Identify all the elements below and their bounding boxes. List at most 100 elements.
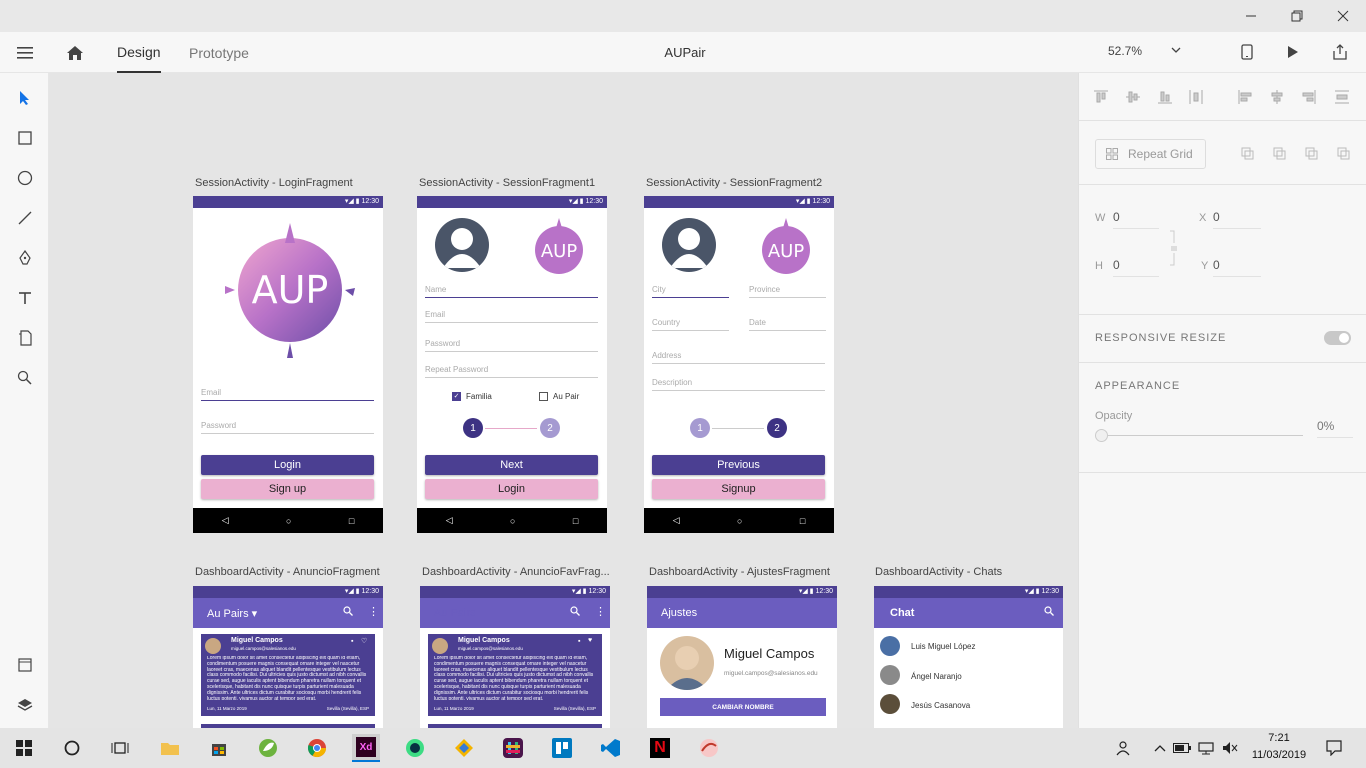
password-field[interactable]: Password [425,339,598,352]
anuncio-card[interactable]: Miguel Campos miguel.campos@salesianos.e… [201,634,375,716]
rectangle-tool[interactable] [12,125,37,150]
artboard-title-session1[interactable]: SessionActivity - SessionFragment1 [419,177,595,189]
overflow-menu-icon[interactable]: ⋮ [368,605,379,618]
email-field[interactable]: Email [425,310,598,323]
back-icon[interactable]: ◁ [446,515,453,526]
opacity-slider-handle[interactable] [1095,429,1108,442]
gitkraken-taskbar[interactable] [450,734,478,762]
artboard-title-chats[interactable]: DashboardActivity - Chats [875,566,1002,578]
volume-indicator[interactable] [1216,734,1244,762]
header-title[interactable]: Au Pairs [434,607,476,619]
search-icon[interactable] [570,606,580,619]
artboard-title-session2[interactable]: SessionActivity - SessionFragment2 [646,177,822,189]
anuncio-card[interactable]: Miguel Campos miguel.campos@salesianos.e… [428,634,602,716]
select-tool[interactable] [12,85,37,110]
line-tool[interactable] [12,205,37,230]
artboard-title-anuncio[interactable]: DashboardActivity - AnuncioFragment [195,566,380,578]
artboard-tool[interactable] [12,325,37,350]
hamburger-menu-button[interactable] [12,40,38,66]
artboard-anuncio[interactable]: ▾◢ ▮ 12:30 Au Pairs ▾ ⋮ Miguel Campos mi… [193,586,383,728]
height-input[interactable]: 0 [1113,258,1159,277]
search-icon[interactable] [343,606,353,619]
zoom-dropdown[interactable] [1168,42,1184,58]
chrome-taskbar[interactable] [303,734,331,762]
description-field[interactable]: Description [652,378,825,391]
spring-tool-taskbar[interactable] [254,734,282,762]
artboard-login[interactable]: ▾◢ ▮ 12:30 AUP Email Password Login Sign… [193,196,383,533]
artboard-ajustes[interactable]: ▾◢ ▮ 12:30 Ajustes Miguel Campos miguel.… [647,586,837,728]
cortana-button[interactable] [58,734,86,762]
task-view-button[interactable] [106,734,134,762]
email-field[interactable]: Email [201,388,374,401]
province-field[interactable]: Province [749,285,826,298]
tab-prototype[interactable]: Prototype [189,32,249,73]
back-icon[interactable]: ◁ [222,515,229,526]
previous-button[interactable]: Previous [652,455,825,475]
kotlin-app-taskbar[interactable] [695,734,723,762]
minimize-button[interactable] [1228,0,1274,32]
chat-icon[interactable]: ▪ [578,638,580,645]
clock-date[interactable]: 11/03/2019 [1246,749,1312,761]
city-field[interactable]: City [652,285,729,298]
name-field[interactable]: Name [425,285,598,298]
heart-icon[interactable]: ♡ [361,637,367,645]
lock-aspect-icon[interactable] [1168,229,1178,267]
artboard-title-ajustes[interactable]: DashboardActivity - AjustesFragment [649,566,830,578]
artboard-chats[interactable]: ▾◢ ▮ 12:30 Chat Luis Miguel López Ángel … [874,586,1063,728]
assets-panel-button[interactable] [12,652,37,677]
repeat-grid-button[interactable]: Repeat Grid [1095,139,1206,169]
recents-icon[interactable]: □ [573,516,578,526]
chat-item-name[interactable]: Luis Miguel López [911,642,975,651]
design-canvas[interactable]: SessionActivity - LoginFragment ▾◢ ▮ 12:… [49,73,1078,728]
y-input[interactable]: 0 [1213,258,1261,277]
recents-icon[interactable]: □ [800,516,805,526]
opacity-input[interactable]: 0% [1317,419,1353,438]
chat-item-name[interactable]: Jesús Casanova [911,701,970,710]
people-button[interactable] [1110,734,1138,762]
netflix-taskbar[interactable]: N [646,734,674,762]
home-circle-icon[interactable]: ○ [286,516,291,526]
home-button[interactable] [62,40,88,66]
address-field[interactable]: Address [652,351,825,364]
password-field[interactable]: Password [201,421,374,434]
aupair-checkbox[interactable] [539,392,548,401]
play-preview-button[interactable] [1282,40,1304,64]
next-button[interactable]: Next [425,455,598,475]
share-button[interactable] [1328,40,1352,64]
signup-button[interactable]: Signup [652,479,825,499]
login-button[interactable]: Login [201,455,374,475]
country-field[interactable]: Country [652,318,729,331]
chat-item-name[interactable]: Ángel Naranjo [911,672,962,681]
artboard-session1[interactable]: ▾◢ ▮ 12:30 AUP Name Email Password Repea… [417,196,607,533]
adobe-xd-taskbar[interactable]: Xd [352,734,380,762]
horizontal-align-icons[interactable] [1237,89,1357,105]
familia-checkbox[interactable]: ✓ [452,392,461,401]
date-field[interactable]: Date [749,318,826,331]
avatar-placeholder[interactable] [662,218,716,272]
opacity-slider-track[interactable] [1101,435,1303,436]
trello-taskbar[interactable] [548,734,576,762]
overflow-menu-icon[interactable]: ⋮ [595,605,606,618]
vscode-taskbar[interactable] [597,734,625,762]
clock-time[interactable]: 7:21 [1246,732,1312,744]
device-preview-button[interactable] [1236,40,1258,64]
file-explorer-taskbar[interactable] [156,734,184,762]
profile-photo[interactable] [660,636,714,690]
start-button[interactable] [10,734,38,762]
artboard-anunciofav[interactable]: ▾◢ ▮ 12:30 Au Pairs ⋮ Miguel Campos migu… [420,586,610,728]
login-button[interactable]: Login [425,479,598,499]
repeat-password-field[interactable]: Repeat Password [425,365,598,378]
chat-icon[interactable]: ▪ [351,638,353,645]
tab-design[interactable]: Design [117,32,161,73]
home-circle-icon[interactable]: ○ [510,516,515,526]
text-tool[interactable] [12,285,37,310]
home-circle-icon[interactable]: ○ [737,516,742,526]
store-taskbar[interactable] [205,734,233,762]
search-icon[interactable] [1044,606,1054,619]
signup-button[interactable]: Sign up [201,479,374,499]
heart-filled-icon[interactable]: ♥ [588,637,592,644]
change-name-button[interactable]: CAMBIAR NOMBRE [660,698,826,716]
avatar-placeholder[interactable] [435,218,489,272]
artboard-session2[interactable]: ▾◢ ▮ 12:30 AUP City Province Country Dat… [644,196,834,533]
close-button[interactable] [1320,0,1366,32]
